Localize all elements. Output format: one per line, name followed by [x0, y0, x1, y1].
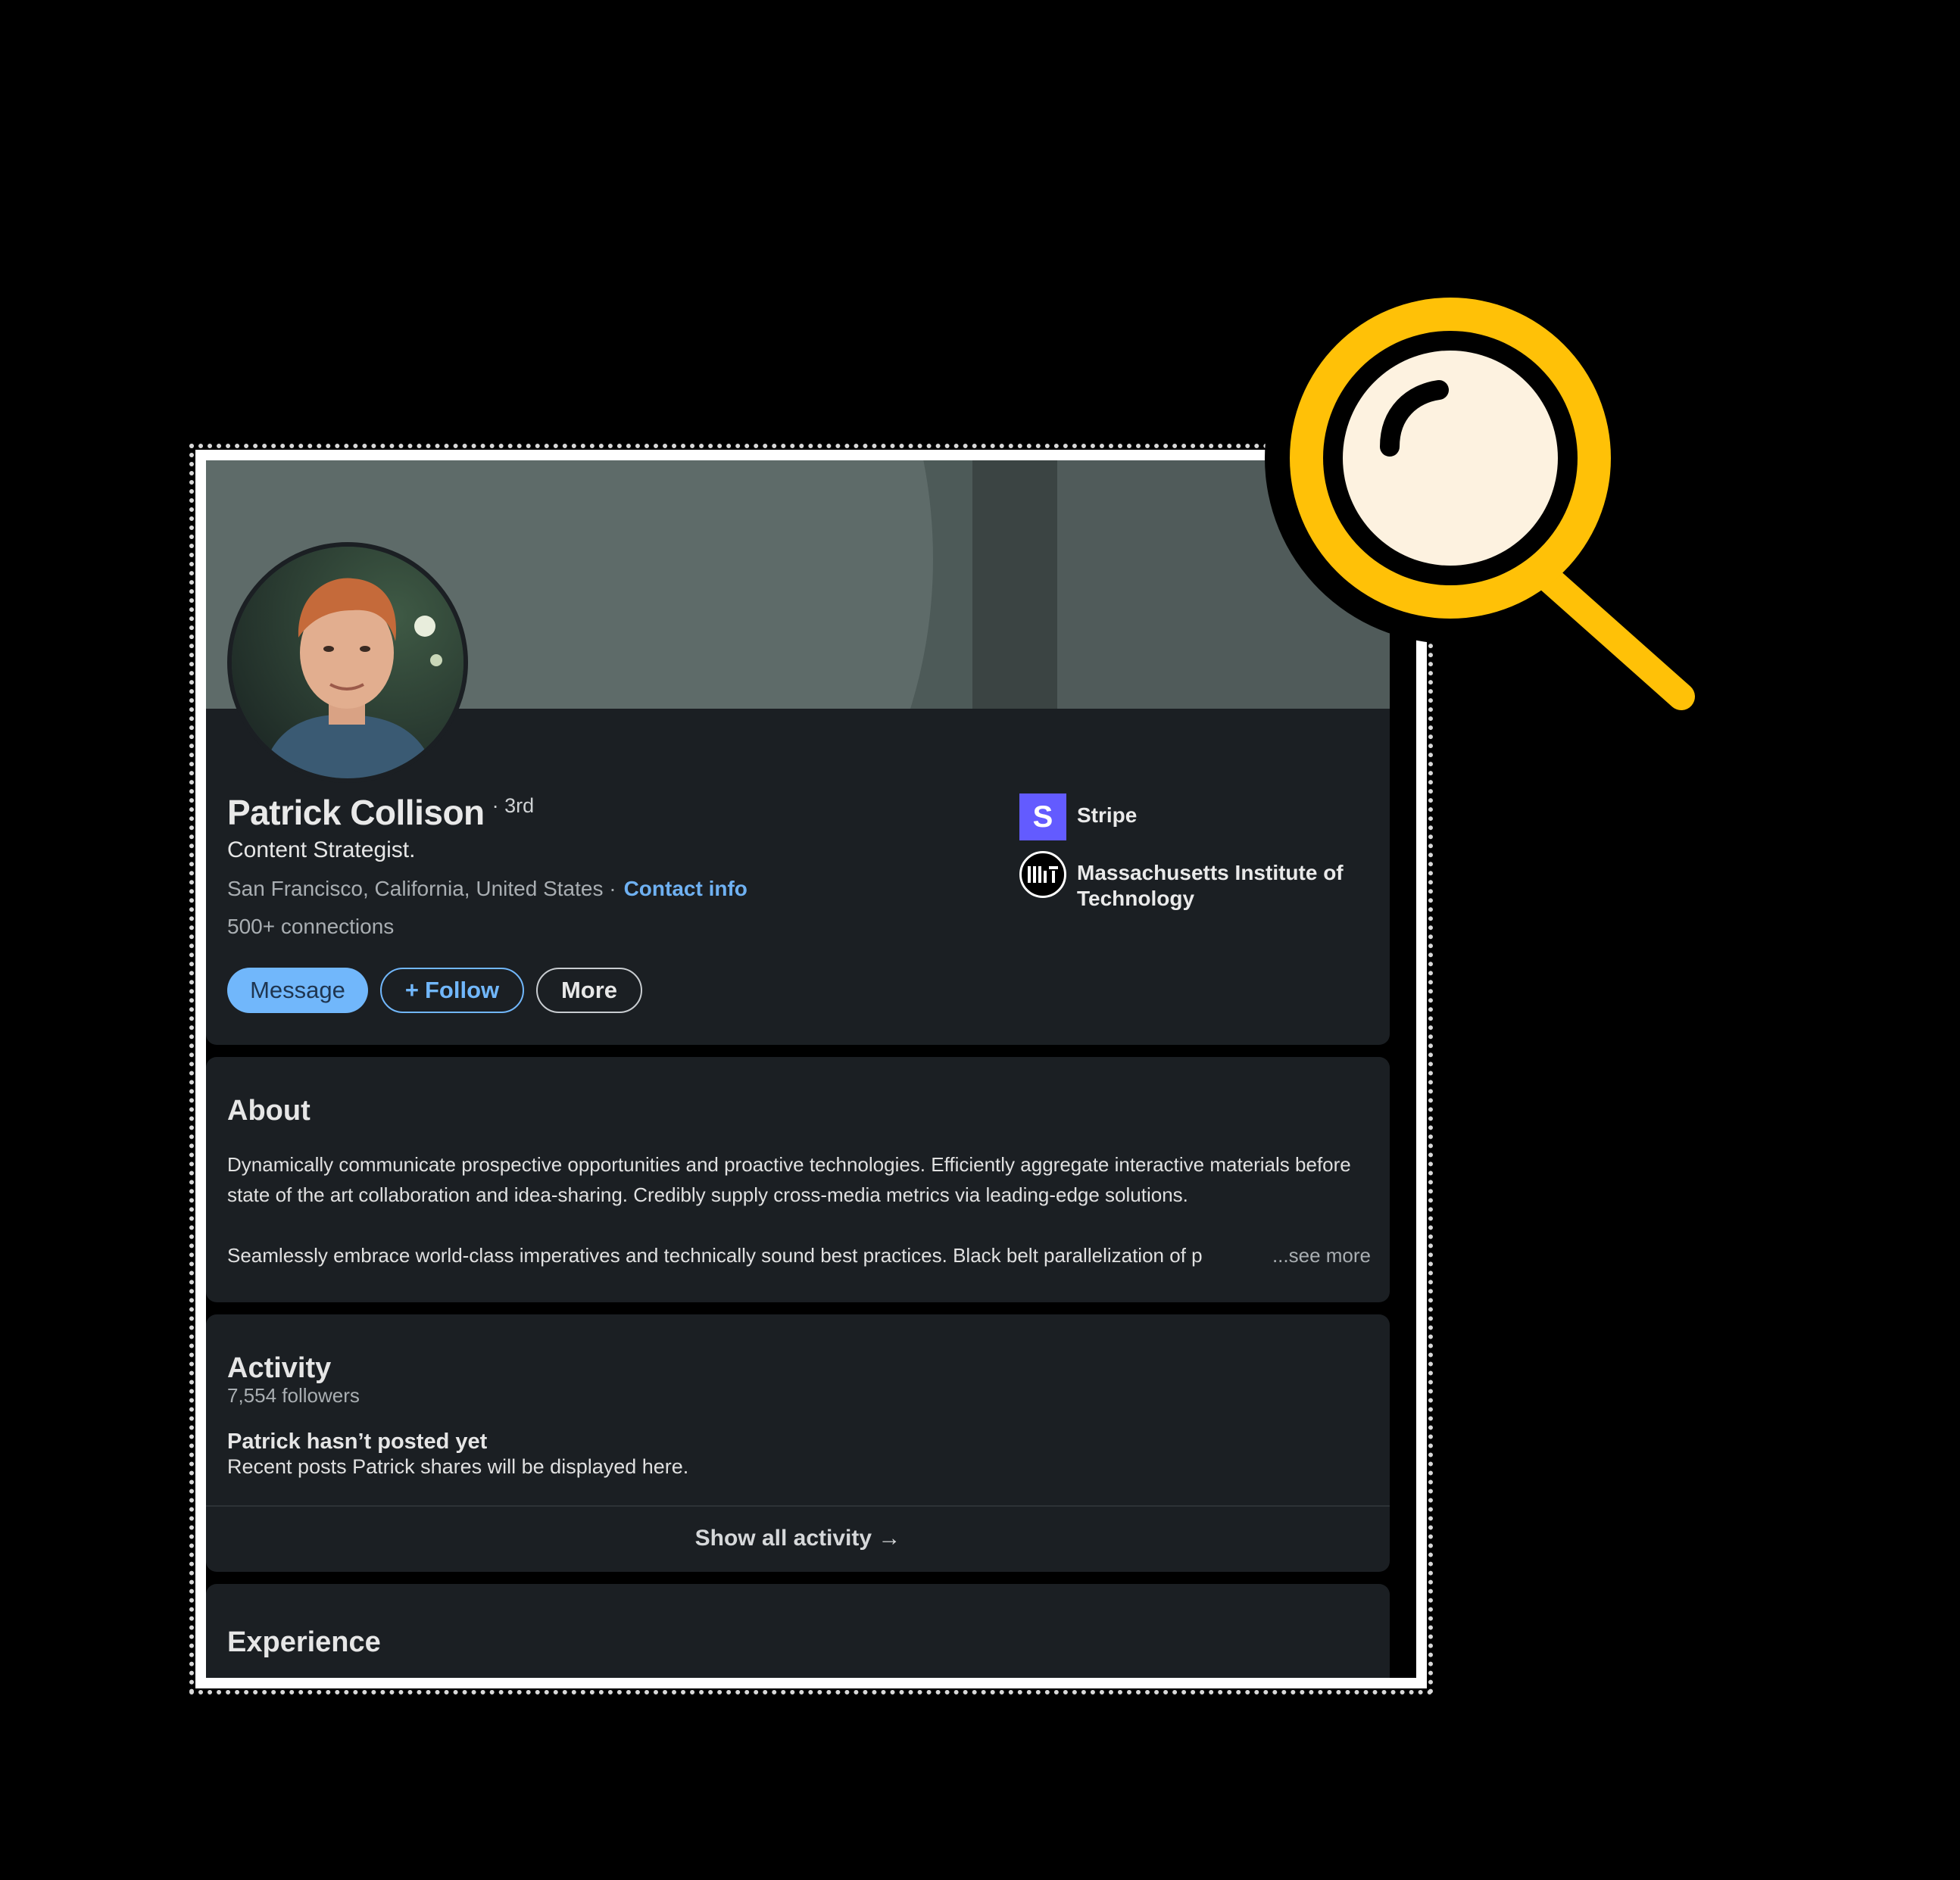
magnifying-glass-icon — [1265, 273, 1711, 741]
show-all-activity-button[interactable]: Show all activity → — [206, 1508, 1390, 1569]
message-button[interactable]: Message — [227, 968, 368, 1013]
activity-title: Activity — [227, 1352, 332, 1384]
affiliations: S Stripe Massachusetts Institute of Tech… — [1019, 793, 1368, 922]
about-paragraph: Dynamically communicate prospective oppo… — [227, 1153, 1351, 1206]
more-button[interactable]: More — [536, 968, 642, 1013]
about-paragraph: Seamlessly embrace world-class imperativ… — [227, 1244, 1203, 1267]
contact-info-link[interactable]: Contact info — [624, 877, 747, 901]
about-title: About — [227, 1095, 311, 1127]
follow-button[interactable]: + Follow — [380, 968, 524, 1013]
stripe-logo-icon: S — [1019, 793, 1066, 840]
no-posts-title: Patrick hasn’t posted yet — [227, 1429, 488, 1454]
affiliation-mit[interactable]: Massachusetts Institute of Technology — [1019, 851, 1368, 912]
profile-page: Patrick Collison · 3rd Content Strategis… — [206, 460, 1416, 1678]
profile-actions: Message + Follow More — [227, 968, 642, 1013]
about-section: About Dynamically communicate prospectiv… — [206, 1057, 1390, 1302]
profile-location: San Francisco, California, United States… — [227, 877, 616, 900]
avatar-photo — [232, 547, 463, 778]
affiliation-label: Massachusetts Institute of Technology — [1077, 861, 1344, 910]
show-all-label: Show all activity → — [694, 1526, 901, 1551]
no-posts-subtitle: Recent posts Patrick shares will be disp… — [227, 1455, 689, 1478]
see-more-link[interactable]: ...see more — [1272, 1240, 1371, 1270]
connection-degree: · 3rd — [492, 794, 535, 817]
affiliation-stripe[interactable]: S Stripe — [1019, 793, 1368, 840]
name-row: Patrick Collison · 3rd — [227, 792, 534, 833]
profile-top-card: Patrick Collison · 3rd Content Strategis… — [206, 460, 1390, 1045]
divider — [206, 1505, 1390, 1507]
experience-title: Experience — [227, 1626, 381, 1658]
profile-name: Patrick Collison — [227, 793, 485, 832]
connections-count[interactable]: 500+ connections — [227, 915, 394, 939]
experience-section: Experience — [206, 1584, 1390, 1678]
plus-icon: + — [404, 977, 419, 1003]
avatar[interactable] — [227, 542, 468, 783]
followers-count: 7,554 followers — [227, 1384, 360, 1407]
follow-label: Follow — [424, 977, 500, 1003]
activity-section: Activity 7,554 followers Patrick hasn’t … — [206, 1314, 1390, 1572]
location-row: San Francisco, California, United States… — [227, 877, 747, 901]
mit-logo-icon — [1019, 851, 1066, 898]
about-text: Dynamically communicate prospective oppo… — [227, 1149, 1371, 1270]
affiliation-label: Stripe — [1077, 803, 1138, 827]
profile-headline: Content Strategist. — [227, 837, 416, 862]
